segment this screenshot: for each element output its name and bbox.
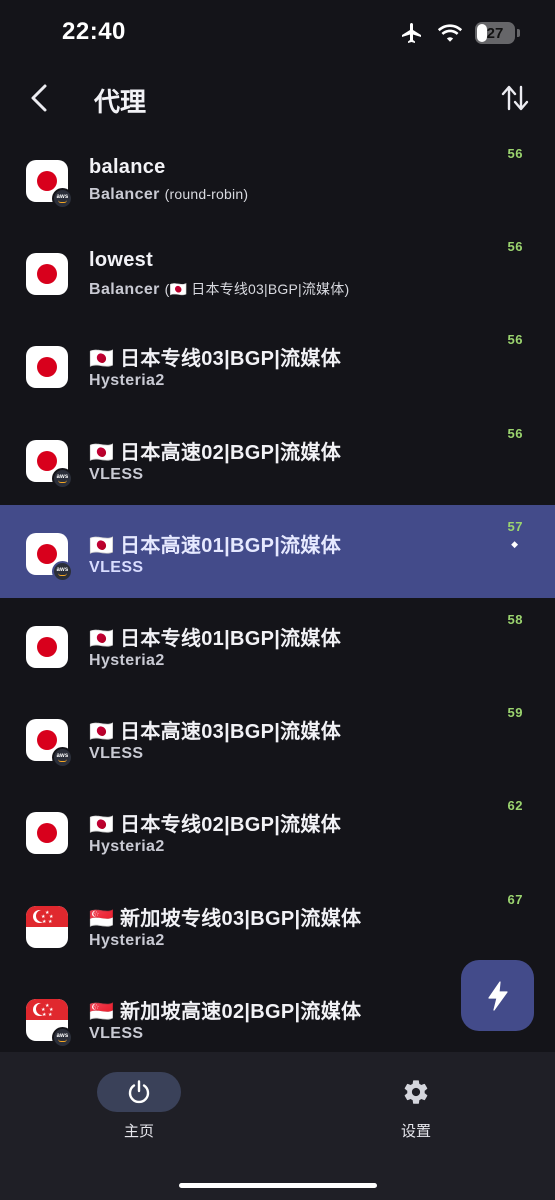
proxy-name: 🇸🇬 新加坡专线03|BGP|流媒体 (89, 907, 362, 930)
latency-value: 56 (507, 332, 523, 348)
sort-arrows-icon (501, 85, 529, 111)
battery-icon: 27 (475, 22, 520, 44)
bottom-nav: 主页 设置 (0, 1052, 555, 1200)
proxy-name: 🇯🇵 日本专线01|BGP|流媒体 (89, 628, 342, 650)
proxy-name: balance (89, 156, 166, 178)
proxy-type: VLESS (89, 1025, 143, 1043)
proxy-protocol: Balancer (89, 186, 160, 203)
proxy-row[interactable]: aws 🇯🇵 日本高速01|BGP|流媒体 VLESS 57 ◆ (0, 504, 555, 598)
battery-level: 27 (486, 24, 504, 42)
nav-home[interactable]: 主页 (89, 1070, 189, 1150)
chevron-left-icon (31, 84, 47, 112)
status-icons: 27 (399, 20, 520, 46)
proxy-type: Hysteria2 (89, 652, 165, 670)
selected-indicator-icon: ◆ (511, 538, 518, 549)
proxy-name: 🇯🇵 日本高速01|BGP|流媒体 (89, 534, 342, 557)
nav-settings-label: 设置 (400, 1123, 431, 1140)
japan-flag-icon (26, 253, 68, 296)
proxy-name: 🇯🇵 日本高速02|BGP|流媒体 (89, 441, 342, 464)
japan-flag-icon (26, 626, 68, 668)
proxy-row[interactable]: aws 🇯🇵 日本高速02|BGP|流媒体 VLESS 56 (0, 412, 555, 505)
proxy-name: lowest (89, 249, 154, 272)
latency-value: 59 (507, 705, 523, 721)
proxy-type: Hysteria2 (89, 932, 165, 950)
singapore-flag-icon: ★ ★ ★ ★ ★ (26, 905, 68, 948)
latency-value: 56 (507, 146, 523, 161)
proxy-protocol: VLESS (89, 465, 144, 483)
proxy-name: 🇯🇵 日本高速03|BGP|流媒体 (89, 721, 342, 744)
power-icon (128, 1080, 150, 1104)
page-title: 代理 (94, 87, 147, 117)
nav-settings[interactable]: 设置 (366, 1070, 466, 1150)
latency-value: 67 (507, 891, 523, 907)
proxy-protocol: Hysteria2 (89, 931, 165, 949)
proxy-protocol: VLESS (89, 745, 144, 763)
latency-value: 62 (507, 798, 523, 814)
proxy-type: Balancer (round-robin) (89, 186, 248, 204)
aws-badge-icon: aws (52, 467, 73, 489)
lightning-icon (487, 980, 508, 1011)
status-time: 22:40 (62, 18, 126, 45)
proxy-row[interactable]: aws 🇯🇵 日本高速03|BGP|流媒体 VLESS 59 (0, 691, 555, 784)
airplane-icon (399, 21, 425, 45)
proxy-detail: (round-robin) (164, 186, 249, 202)
proxy-detail: (🇯🇵 日本专线03|BGP|流媒体) (164, 281, 350, 298)
speed-test-button[interactable] (461, 960, 534, 1031)
status-bar: 22:40 27 (0, 0, 555, 66)
latency-value: 57 (507, 518, 523, 534)
aws-badge-icon: aws (52, 747, 73, 769)
latency-value: 56 (507, 239, 523, 255)
proxy-protocol: Balancer (89, 281, 160, 299)
proxy-row[interactable]: 🇯🇵 日本专线03|BGP|流媒体 Hysteria2 56 (0, 318, 555, 411)
app-header: 代理 (0, 66, 555, 132)
gear-icon (404, 1080, 428, 1104)
home-indicator (179, 1183, 377, 1188)
nav-settings-icon-wrap[interactable] (396, 1072, 436, 1112)
proxy-type: VLESS (89, 745, 143, 763)
proxy-row[interactable]: lowest Balancer (🇯🇵 日本专线03|BGP|流媒体) 56 (0, 225, 555, 318)
proxy-name: 🇯🇵 日本专线03|BGP|流媒体 (89, 348, 342, 371)
sort-button[interactable] (497, 80, 533, 116)
aws-badge-icon: aws (52, 560, 73, 582)
japan-flag-icon (26, 812, 68, 855)
proxy-type: Hysteria2 (89, 372, 165, 390)
nav-home-label: 主页 (123, 1123, 154, 1140)
proxy-row[interactable]: 🇯🇵 日本专线01|BGP|流媒体 Hysteria2 58 (0, 598, 555, 691)
proxy-row[interactable]: ★ ★ ★ ★ ★ 🇸🇬 新加坡专线03|BGP|流媒体 Hysteria2 67 (0, 878, 555, 971)
proxy-type: Hysteria2 (89, 838, 165, 856)
proxy-protocol: Hysteria2 (89, 652, 165, 669)
proxy-protocol: VLESS (89, 1024, 144, 1042)
proxy-name: 🇸🇬 新加坡高速02|BGP|流媒体 (89, 1000, 362, 1023)
proxy-type: VLESS (89, 466, 143, 484)
aws-badge-icon: aws (52, 188, 73, 209)
proxy-protocol: VLESS (89, 558, 144, 576)
proxy-protocol: Hysteria2 (89, 838, 165, 856)
proxy-row[interactable]: 🇯🇵 日本专线02|BGP|流媒体 Hysteria2 62 (0, 784, 555, 877)
proxy-row[interactable]: aws balance Balancer (round-robin) 56 (0, 132, 555, 225)
wifi-icon (437, 23, 463, 43)
back-button[interactable] (22, 80, 56, 116)
latency-value: 58 (507, 612, 523, 627)
proxy-protocol: Hysteria2 (89, 372, 165, 390)
latency-value: 56 (507, 425, 523, 441)
proxy-type: VLESS (89, 559, 143, 577)
proxy-list: aws balance Balancer (round-robin) 56 lowest… (0, 132, 555, 1052)
proxy-type: Balancer (🇯🇵 日本专线03|BGP|流媒体) (89, 279, 349, 299)
japan-flag-icon (26, 346, 68, 389)
aws-badge-icon: aws (52, 1026, 73, 1048)
nav-home-pill[interactable] (97, 1072, 181, 1112)
proxy-name: 🇯🇵 日本专线02|BGP|流媒体 (89, 814, 342, 837)
